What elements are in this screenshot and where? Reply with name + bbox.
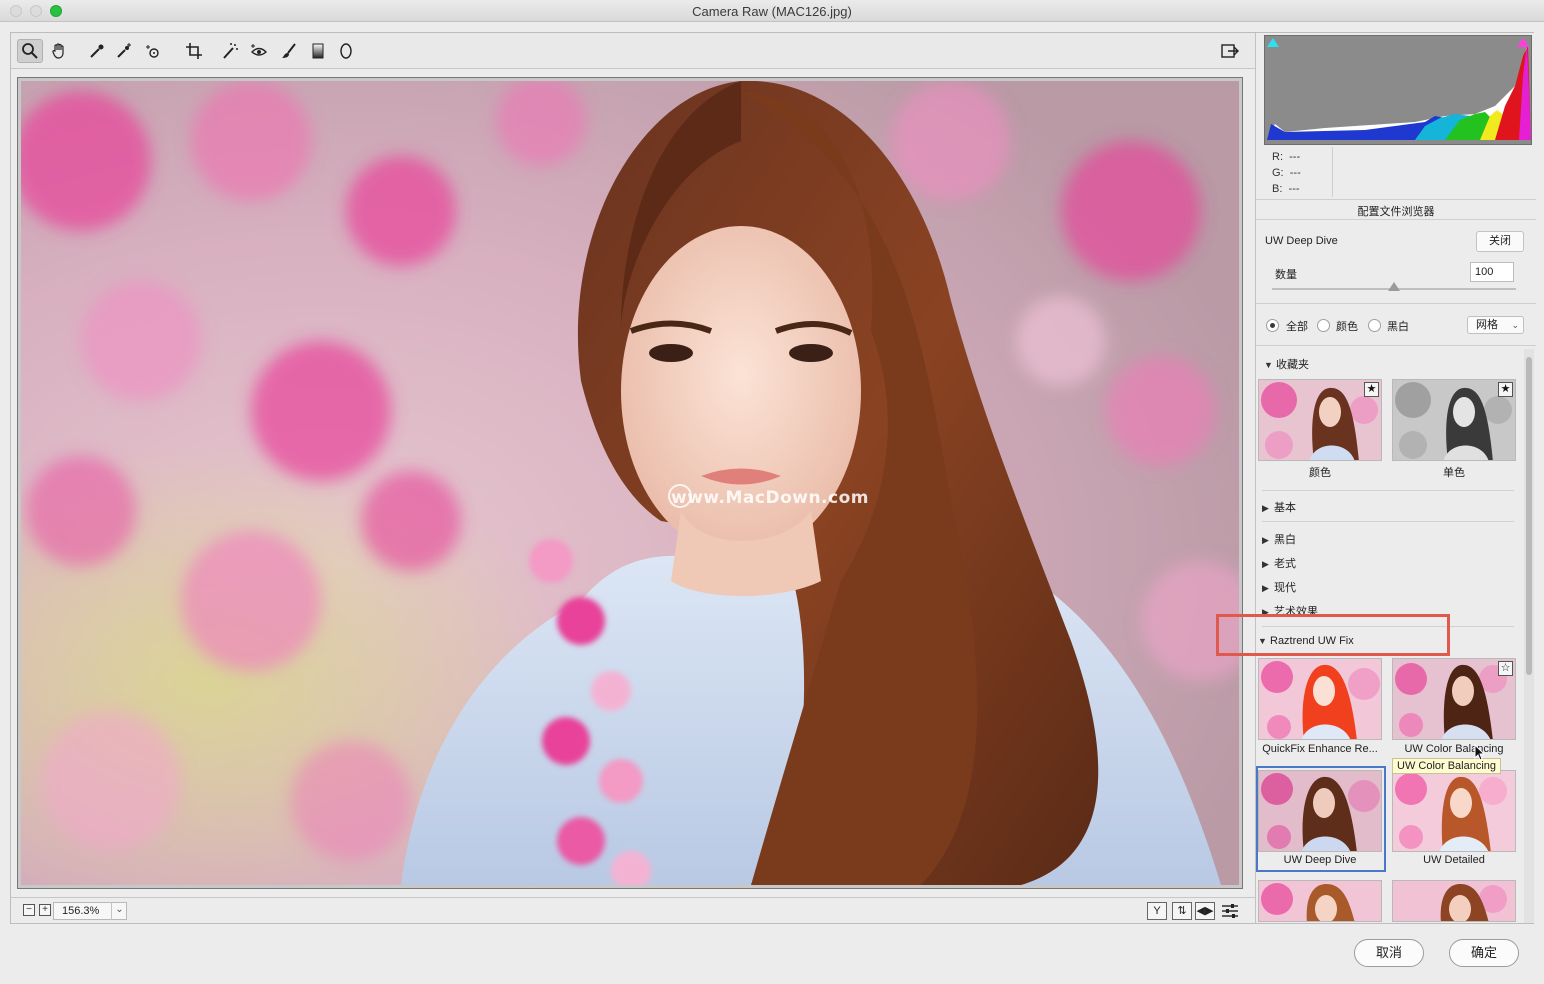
filter-bw-radio[interactable] [1368, 319, 1381, 332]
divider [1256, 345, 1536, 346]
graduated-filter-tool-icon[interactable] [305, 39, 331, 63]
cancel-button[interactable]: 取消 [1354, 939, 1424, 967]
amount-field[interactable]: 100 [1470, 262, 1514, 282]
rgb-readout-b: B: --- [1272, 183, 1300, 195]
profile-thumb-color[interactable]: ★ [1258, 379, 1382, 461]
open-in-photoshop-icon[interactable] [1217, 39, 1243, 63]
profile-thumb[interactable] [1392, 880, 1516, 922]
filter-color-radio[interactable] [1317, 319, 1330, 332]
color-sampler-tool-icon[interactable] [111, 39, 137, 63]
hand-tool-icon[interactable] [46, 39, 72, 63]
histogram [1264, 35, 1532, 145]
watermark-text: www.MacDown.com [671, 488, 869, 508]
ok-button[interactable]: 确定 [1449, 939, 1519, 967]
profile-caption: 单色 [1443, 467, 1465, 479]
amount-slider-thumb[interactable] [1388, 282, 1400, 291]
portrait-photo: www.MacDown.com [21, 81, 1239, 885]
scrollbar-thumb[interactable] [1526, 357, 1532, 675]
group-bw[interactable]: ▶ 黑白 [1262, 531, 1296, 547]
profile-caption: 颜色 [1309, 467, 1331, 479]
shadow-clipping-warning-icon[interactable] [1267, 38, 1279, 47]
profile-thumb-mono[interactable]: ★ [1392, 379, 1516, 461]
red-eye-tool-icon[interactable] [246, 39, 272, 63]
current-profile-name: UW Deep Dive [1265, 235, 1338, 247]
adjustment-brush-tool-icon[interactable] [276, 39, 302, 63]
group-modern[interactable]: ▶ 现代 [1262, 579, 1296, 595]
bottom-bar: − + 156.3% ⌄ Y ⇅ ◀▶ [11, 897, 1255, 923]
profile-caption: QuickFix Enhance Re... [1262, 743, 1378, 755]
spot-removal-tool-icon[interactable] [217, 39, 243, 63]
title-bar: Camera Raw (MAC126.jpg) [0, 0, 1544, 22]
swap-before-after-button[interactable]: ⇅ [1172, 902, 1192, 920]
divider [1256, 199, 1536, 200]
zoom-out-button[interactable]: − [23, 904, 35, 916]
window-title: Camera Raw (MAC126.jpg) [692, 4, 852, 19]
disclosure-closed-icon: ▶ [1262, 583, 1269, 593]
copy-settings-button[interactable]: ◀▶ [1195, 902, 1215, 920]
chevron-down-icon[interactable]: ⌄ [111, 902, 127, 920]
profile-caption: UW Color Balancing [1404, 743, 1504, 755]
profile-thumb-color-balancing[interactable]: ☆ [1392, 658, 1516, 740]
amount-label: 数量 [1275, 269, 1297, 281]
filter-all-label: 全部 [1286, 321, 1308, 333]
toolbar [11, 33, 1255, 69]
sliders-icon[interactable] [1221, 902, 1239, 920]
filter-color-label: 颜色 [1336, 321, 1358, 333]
zoom-in-button[interactable]: + [39, 904, 51, 916]
rgb-readout-g: G: --- [1272, 167, 1301, 179]
panel-title: 配置文件浏览器 [1357, 206, 1435, 218]
crop-tool-icon[interactable] [181, 39, 207, 63]
profile-list-scrollbar[interactable] [1524, 349, 1534, 923]
highlight-annotation-box [1216, 614, 1450, 656]
group-vintage[interactable]: ▶ 老式 [1262, 555, 1296, 571]
star-icon[interactable]: ★ [1498, 382, 1513, 397]
profile-thumb-detailed[interactable] [1392, 770, 1516, 852]
disclosure-open-icon: ▼ [1264, 360, 1273, 370]
divider [1256, 303, 1536, 304]
highlight-clipping-warning-icon[interactable] [1517, 38, 1529, 47]
disclosure-closed-icon: ▶ [1262, 559, 1269, 569]
zoom-tool-icon[interactable] [17, 39, 43, 63]
profile-caption: UW Deep Dive [1283, 854, 1357, 866]
group-basic[interactable]: ▶ 基本 [1262, 499, 1296, 515]
profile-thumb[interactable] [1258, 880, 1382, 922]
disclosure-closed-icon: ▶ [1262, 535, 1269, 545]
disclosure-closed-icon: ▶ [1262, 503, 1269, 513]
white-balance-tool-icon[interactable] [84, 39, 110, 63]
before-after-view-button[interactable]: Y [1147, 902, 1167, 920]
filter-bw-label: 黑白 [1387, 321, 1409, 333]
star-icon[interactable]: ★ [1364, 382, 1379, 397]
divider [1332, 147, 1333, 197]
divider [1262, 521, 1514, 522]
divider [1262, 490, 1514, 491]
mouse-cursor-icon [1474, 743, 1486, 767]
star-outline-icon[interactable]: ☆ [1498, 661, 1513, 676]
divider [1256, 219, 1536, 220]
filter-all-radio[interactable] [1266, 319, 1279, 332]
rgb-readout-r: R: --- [1272, 151, 1301, 163]
close-browser-button[interactable]: 关闭 [1476, 231, 1524, 252]
chevron-down-icon: ⌄ [1511, 320, 1519, 330]
profile-thumb-quickfix[interactable] [1258, 658, 1382, 740]
radial-filter-tool-icon[interactable] [333, 39, 359, 63]
profile-caption: UW Detailed [1423, 854, 1485, 866]
view-mode-select[interactable]: 网格 ⌄ [1467, 316, 1524, 334]
image-preview[interactable]: www.MacDown.com [17, 77, 1243, 889]
targeted-adjustment-tool-icon[interactable] [141, 39, 167, 63]
camera-raw-window: Camera Raw (MAC126.jpg) www.MacDown.com … [0, 0, 1544, 984]
group-favorites[interactable]: ▼ 收藏夹 [1264, 356, 1309, 372]
